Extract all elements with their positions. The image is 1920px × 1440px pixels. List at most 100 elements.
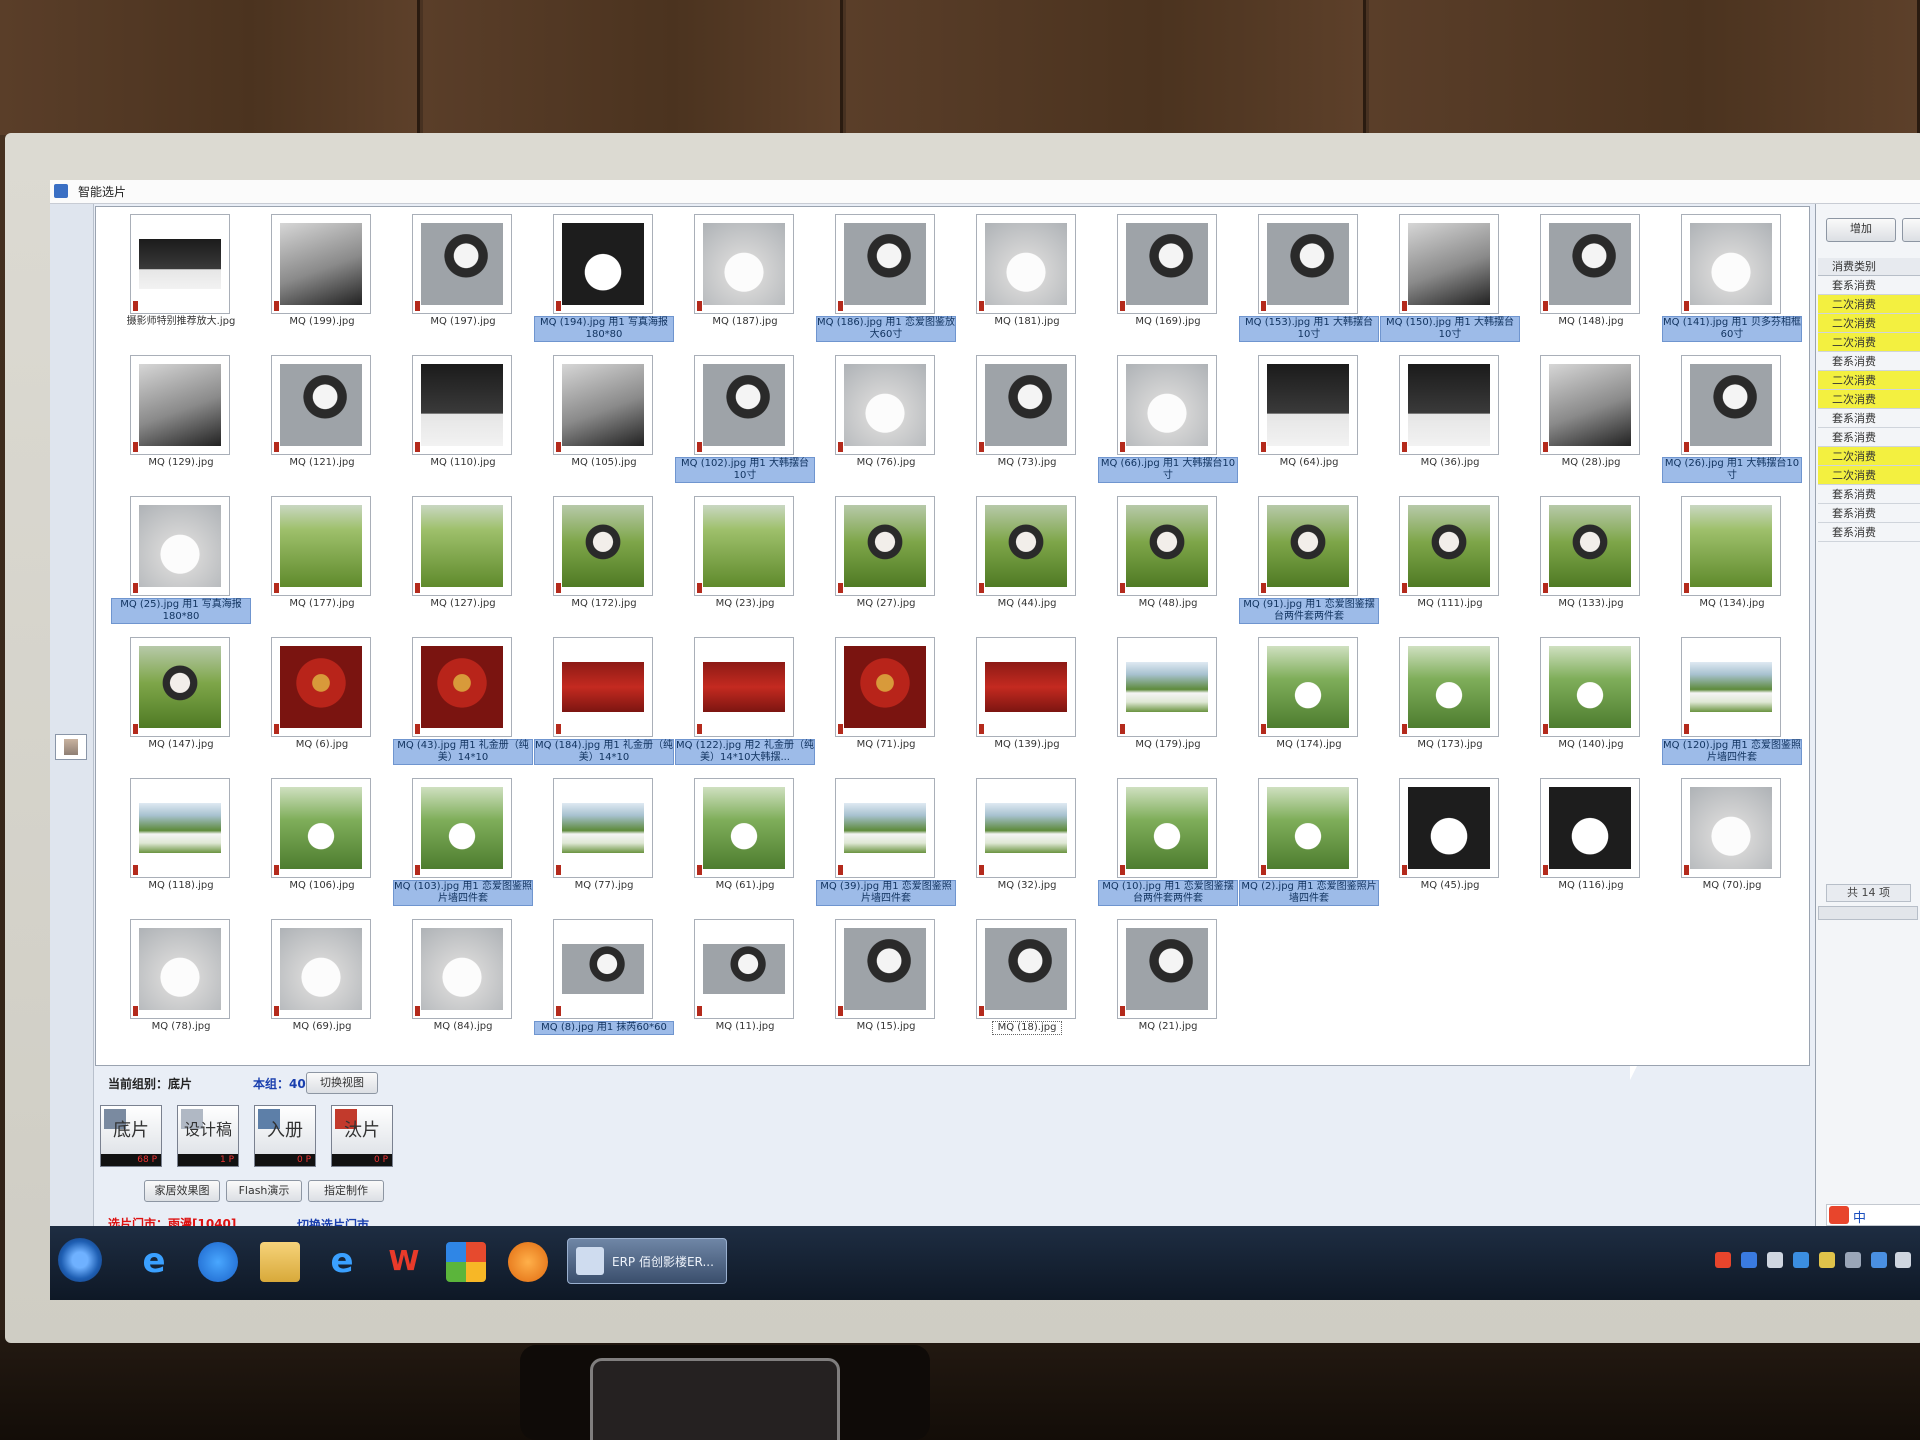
software-center-icon[interactable] (446, 1242, 486, 1282)
photo-thumbnail[interactable]: MQ (118).jpg (111, 778, 251, 908)
photo-thumbnail[interactable]: MQ (172).jpg (534, 496, 674, 626)
add-button[interactable]: 增加 (1826, 218, 1896, 242)
tray-network-icon[interactable] (1819, 1252, 1835, 1268)
photo-thumbnail[interactable]: MQ (6).jpg (252, 637, 392, 767)
photo-thumbnail[interactable]: MQ (21).jpg (1098, 919, 1238, 1049)
photo-thumbnail[interactable]: MQ (120).jpg 用1 恋爱图鉴照片墙四件套 (1662, 637, 1802, 767)
photo-thumbnail[interactable]: MQ (10).jpg 用1 恋爱图鉴摆台两件套两件套 (1098, 778, 1238, 908)
photo-thumbnail[interactable]: MQ (141).jpg 用1 贝多芬相框60寸 (1662, 214, 1802, 344)
photo-thumbnail[interactable]: MQ (61).jpg (675, 778, 815, 908)
photo-thumbnail[interactable]: MQ (173).jpg (1380, 637, 1520, 767)
table-row[interactable]: 二次消费 (1818, 295, 1920, 314)
table-row[interactable]: 套系消费 (1818, 428, 1920, 447)
photo-thumbnail[interactable]: MQ (110).jpg (393, 355, 533, 485)
tray-volume-icon[interactable] (1845, 1252, 1861, 1268)
tray-shield-icon[interactable] (1793, 1252, 1809, 1268)
photo-thumbnail[interactable]: MQ (18).jpg (957, 919, 1097, 1049)
photo-thumbnail[interactable]: MQ (27).jpg (816, 496, 956, 626)
photo-thumbnail[interactable]: MQ (43).jpg 用1 礼金册（纯美）14*10 (393, 637, 533, 767)
tray-sogou-icon[interactable] (1715, 1252, 1731, 1268)
photo-thumbnail[interactable]: MQ (153).jpg 用1 大韩摆台10寸 (1239, 214, 1379, 344)
photo-thumbnail[interactable]: MQ (106).jpg (252, 778, 392, 908)
switch-view-button[interactable]: 切换视图 (306, 1072, 378, 1094)
table-row[interactable]: 二次消费 (1818, 371, 1920, 390)
table-row[interactable]: 套系消费 (1818, 523, 1920, 542)
photo-thumbnail[interactable]: MQ (129).jpg (111, 355, 251, 485)
photo-thumbnail[interactable]: MQ (15).jpg (816, 919, 956, 1049)
photo-thumbnail[interactable]: MQ (2).jpg 用1 恋爱图鉴照片墙四件套 (1239, 778, 1379, 908)
ie-icon-2[interactable]: e (322, 1242, 362, 1282)
horizontal-scrollbar[interactable] (1818, 906, 1918, 920)
orange-app-icon[interactable] (508, 1242, 548, 1282)
photo-thumbnail[interactable]: MQ (105).jpg (534, 355, 674, 485)
photo-thumbnail[interactable]: MQ (23).jpg (675, 496, 815, 626)
photo-thumbnail[interactable]: MQ (148).jpg (1521, 214, 1661, 344)
photo-thumbnail[interactable]: MQ (186).jpg 用1 恋爱图鉴放大60寸 (816, 214, 956, 344)
photo-thumbnail[interactable]: MQ (197).jpg (393, 214, 533, 344)
photo-thumbnail[interactable]: MQ (179).jpg (1098, 637, 1238, 767)
photo-thumbnail[interactable]: MQ (102).jpg 用1 大韩摆台10寸 (675, 355, 815, 485)
table-row[interactable]: 套系消费 (1818, 276, 1920, 295)
photo-thumbnail[interactable]: MQ (116).jpg (1521, 778, 1661, 908)
photo-thumbnail[interactable]: MQ (111).jpg (1380, 496, 1520, 626)
input-method-bar[interactable]: 中 (1826, 1204, 1920, 1226)
photo-thumbnail[interactable]: MQ (169).jpg (1098, 214, 1238, 344)
table-row[interactable]: 套系消费 (1818, 504, 1920, 523)
photo-thumbnail[interactable]: MQ (187).jpg (675, 214, 815, 344)
panel-button-2[interactable] (1902, 218, 1920, 242)
negatives-button[interactable]: 底片 68 P (100, 1105, 162, 1167)
album-button[interactable]: 入册 0 P (254, 1105, 316, 1167)
photo-thumbnail[interactable]: MQ (64).jpg (1239, 355, 1379, 485)
table-row[interactable]: 套系消费 (1818, 485, 1920, 504)
photo-thumbnail[interactable]: MQ (147).jpg (111, 637, 251, 767)
flash-demo-button[interactable]: Flash演示 (226, 1180, 302, 1202)
tray-display-icon[interactable] (1895, 1252, 1911, 1268)
table-row[interactable]: 套系消费 (1818, 409, 1920, 428)
wps-icon[interactable]: W (384, 1242, 424, 1282)
assign-make-button[interactable]: 指定制作 (308, 1180, 384, 1202)
table-row[interactable]: 二次消费 (1818, 390, 1920, 409)
photo-thumbnail[interactable]: MQ (77).jpg (534, 778, 674, 908)
photo-thumbnail[interactable]: MQ (76).jpg (816, 355, 956, 485)
tray-app-icon[interactable] (1871, 1252, 1887, 1268)
photo-thumbnail[interactable]: MQ (39).jpg 用1 恋爱图鉴照片墙四件套 (816, 778, 956, 908)
photo-thumbnail[interactable]: MQ (25).jpg 用1 写真海报180*80 (111, 496, 251, 626)
photo-thumbnail[interactable]: MQ (45).jpg (1380, 778, 1520, 908)
photo-thumbnail[interactable]: MQ (48).jpg (1098, 496, 1238, 626)
table-row[interactable]: 二次消费 (1818, 447, 1920, 466)
folder-icon[interactable] (260, 1242, 300, 1282)
photo-thumbnail[interactable]: MQ (44).jpg (957, 496, 1097, 626)
photo-thumbnail[interactable]: MQ (122).jpg 用2 礼金册（纯美）14*10大韩摆... (675, 637, 815, 767)
photo-thumbnail[interactable]: MQ (36).jpg (1380, 355, 1520, 485)
photo-thumbnail[interactable]: MQ (133).jpg (1521, 496, 1661, 626)
photo-thumbnail[interactable]: MQ (140).jpg (1521, 637, 1661, 767)
photo-thumbnail[interactable]: MQ (69).jpg (252, 919, 392, 1049)
photo-thumbnail[interactable]: MQ (184).jpg 用1 礼金册（纯美）14*10 (534, 637, 674, 767)
photo-thumbnail[interactable]: MQ (32).jpg (957, 778, 1097, 908)
photo-thumbnail[interactable]: MQ (177).jpg (252, 496, 392, 626)
photo-thumbnail[interactable]: MQ (121).jpg (252, 355, 392, 485)
photo-thumbnail[interactable]: MQ (11).jpg (675, 919, 815, 1049)
photo-thumbnail[interactable]: MQ (174).jpg (1239, 637, 1379, 767)
photo-thumbnail[interactable]: MQ (194).jpg 用1 写真海报180*80 (534, 214, 674, 344)
table-row[interactable]: 二次消费 (1818, 333, 1920, 352)
start-button[interactable] (58, 1238, 102, 1282)
sogou-browser-icon[interactable] (198, 1242, 238, 1282)
ie-icon[interactable]: e (134, 1242, 174, 1282)
photo-thumbnail[interactable]: MQ (150).jpg 用1 大韩摆台10寸 (1380, 214, 1520, 344)
home-effect-button[interactable]: 家居效果图 (144, 1180, 220, 1202)
table-row[interactable]: 二次消费 (1818, 466, 1920, 485)
photo-thumbnail[interactable]: MQ (73).jpg (957, 355, 1097, 485)
table-row[interactable]: 二次消费 (1818, 314, 1920, 333)
photo-thumbnail[interactable]: MQ (66).jpg 用1 大韩摆台10寸 (1098, 355, 1238, 485)
tray-usb-icon[interactable] (1767, 1252, 1783, 1268)
photo-thumbnail[interactable]: MQ (134).jpg (1662, 496, 1802, 626)
strip-thumbnail[interactable] (55, 734, 87, 760)
photo-thumbnail[interactable]: MQ (103).jpg 用1 恋爱图鉴照片墙四件套 (393, 778, 533, 908)
table-row[interactable]: 套系消费 (1818, 352, 1920, 371)
photo-thumbnail[interactable]: MQ (70).jpg (1662, 778, 1802, 908)
photo-thumbnail[interactable]: MQ (78).jpg (111, 919, 251, 1049)
photo-thumbnail[interactable]: 摄影师特别推荐放大.jpg (111, 214, 251, 344)
photo-thumbnail[interactable]: MQ (8).jpg 用1 抹芮60*60 (534, 919, 674, 1049)
photo-thumbnail[interactable]: MQ (181).jpg (957, 214, 1097, 344)
